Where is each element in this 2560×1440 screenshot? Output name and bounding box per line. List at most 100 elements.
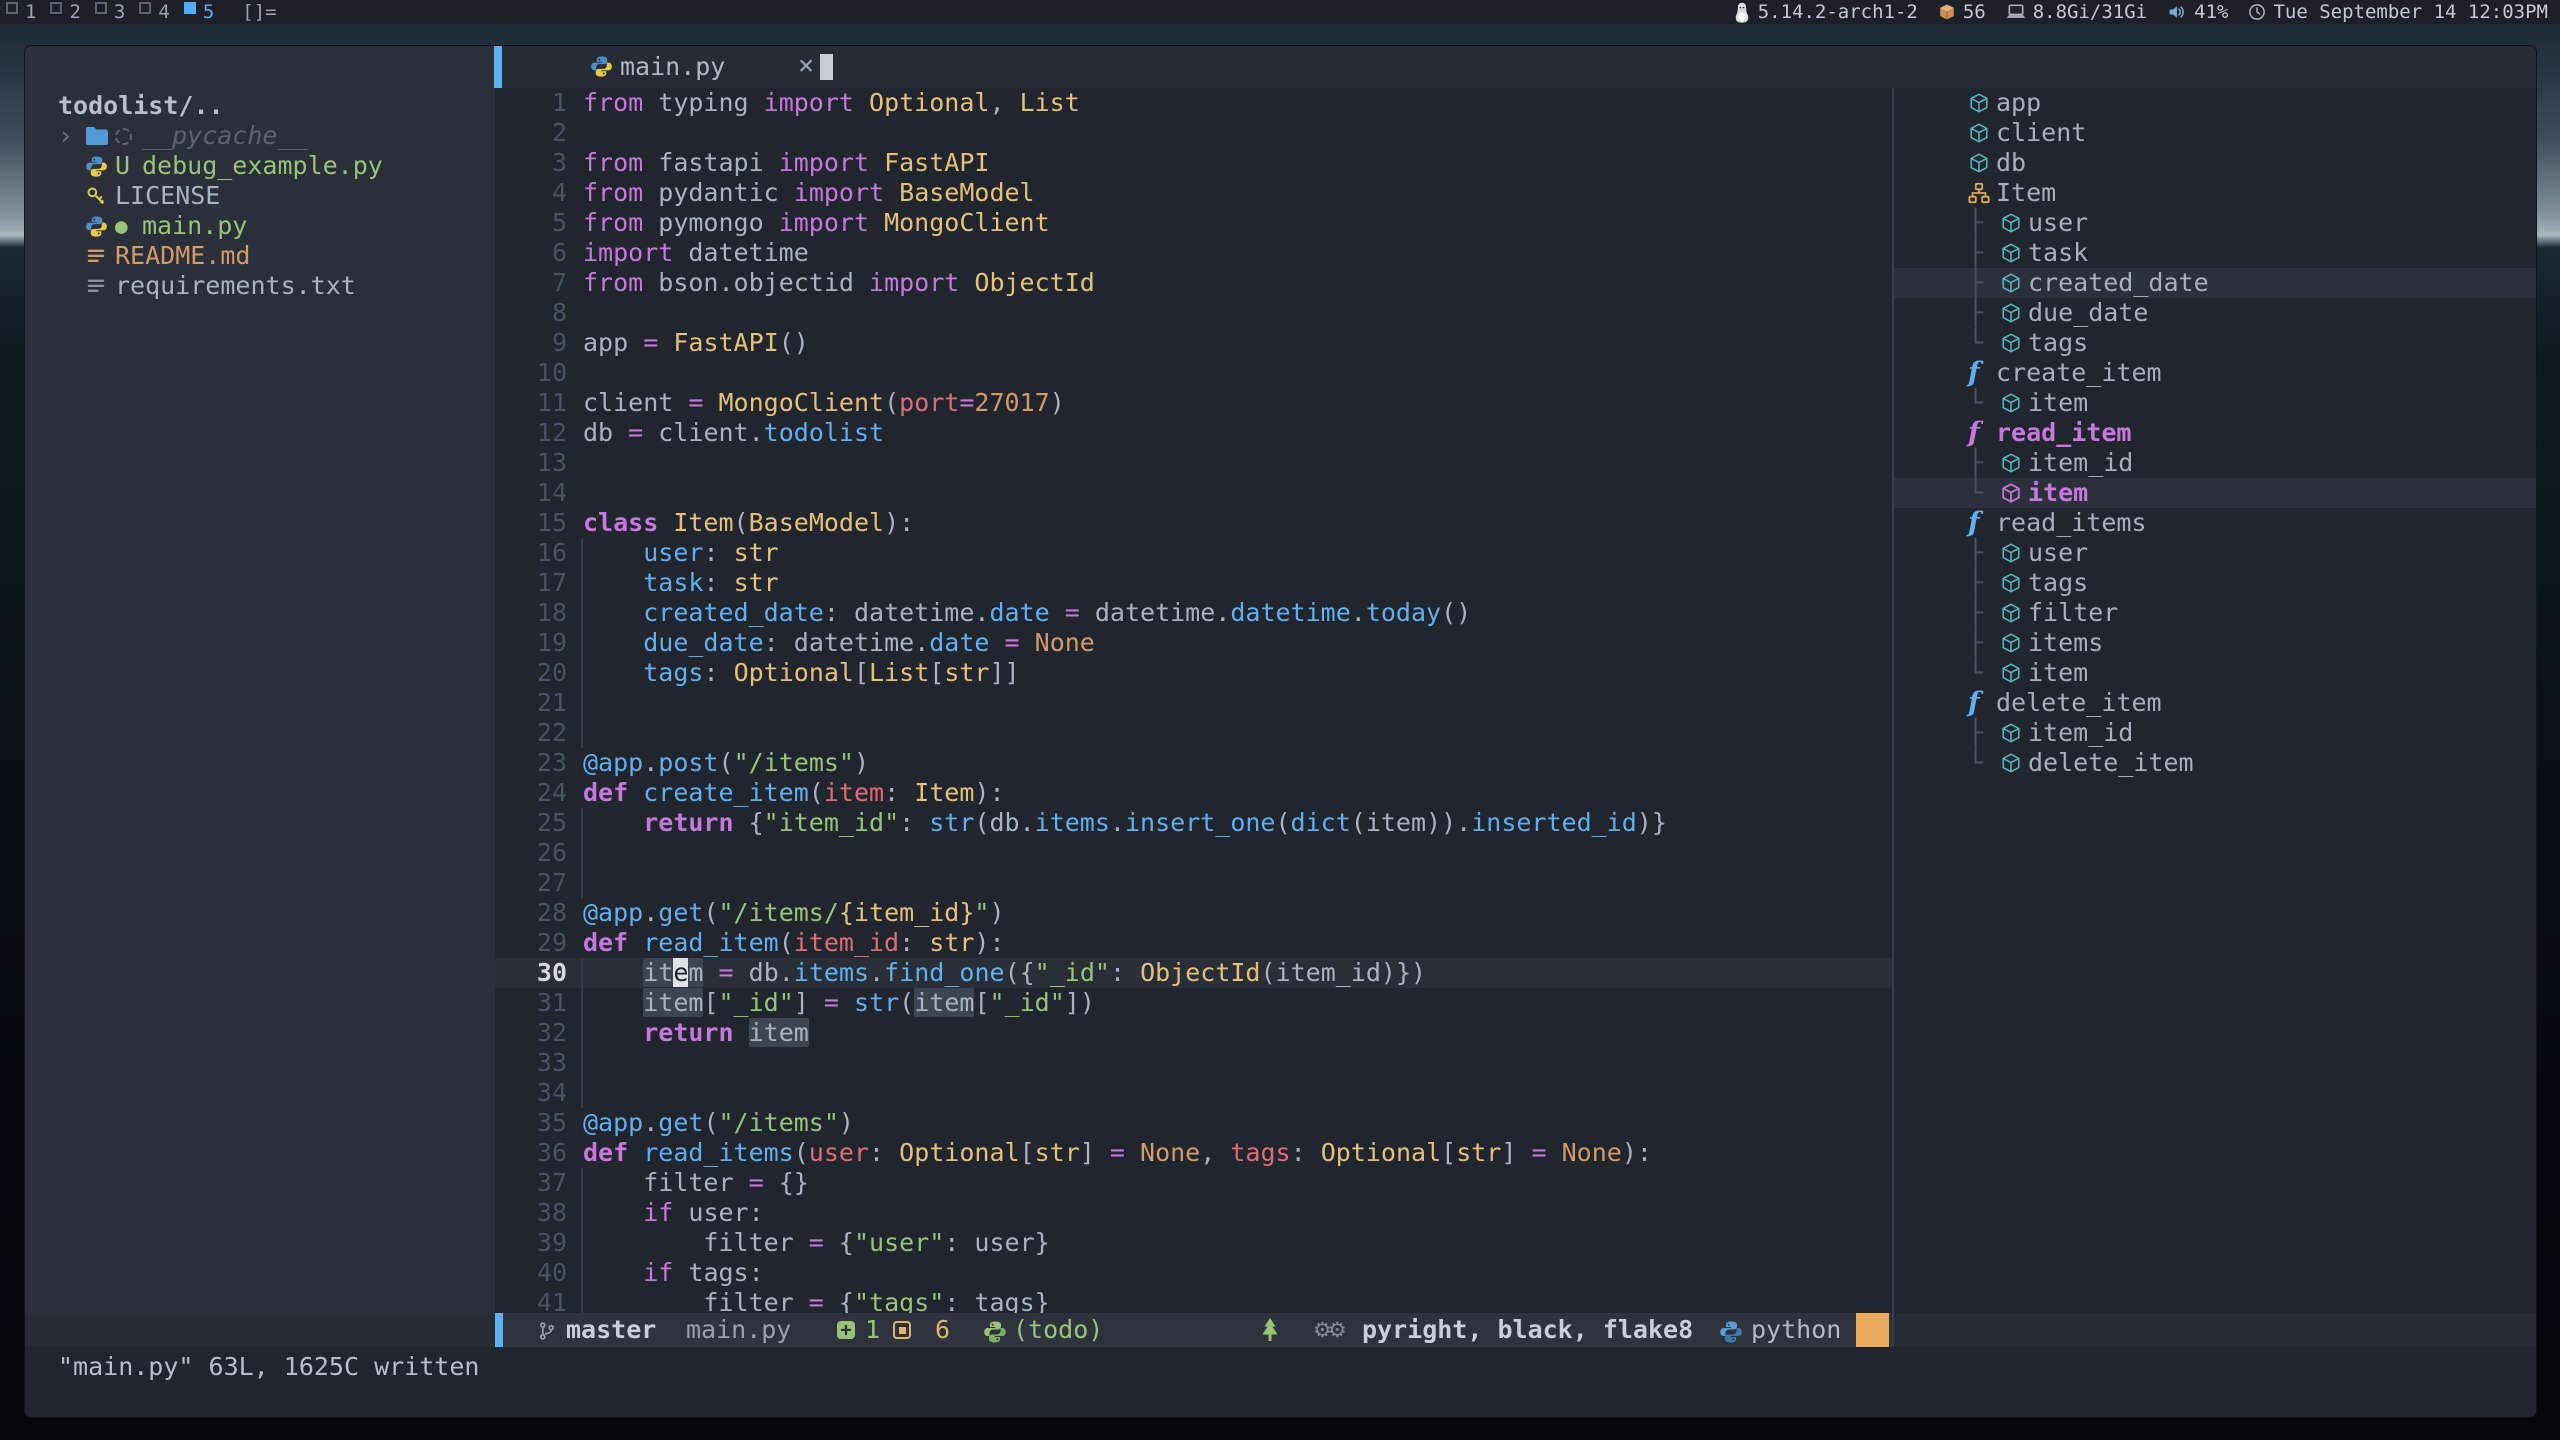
code-line-3[interactable]: 3from fastapi import FastAPI	[495, 148, 1892, 178]
symbol-user[interactable]: ├user	[1894, 538, 2536, 568]
workspace-button-3[interactable]: 3	[95, 0, 125, 24]
code-line-6[interactable]: 6import datetime	[495, 238, 1892, 268]
line-number: 11	[495, 388, 567, 418]
code-line-37[interactable]: 37 filter = {}	[495, 1168, 1892, 1198]
code-line-39[interactable]: 39 filter = {"user": user}	[495, 1228, 1892, 1258]
code-line-13[interactable]: 13	[495, 448, 1892, 478]
code-line-14[interactable]: 14	[495, 478, 1892, 508]
symbol-tags[interactable]: ├tags	[1894, 568, 2536, 598]
code-text: filter = {"user": user}	[583, 1228, 1050, 1258]
workspace-button-4[interactable]: 4	[139, 0, 169, 24]
code-line-12[interactable]: 12db = client.todolist	[495, 418, 1892, 448]
code-line-20[interactable]: 20 tags: Optional[List[str]]	[495, 658, 1892, 688]
chevron-spacer	[58, 271, 85, 301]
symbol-user[interactable]: ├user	[1894, 208, 2536, 238]
code-line-17[interactable]: 17 task: str	[495, 568, 1892, 598]
code-line-8[interactable]: 8	[495, 298, 1892, 328]
code-text: item["_id"] = str(item["_id"])	[583, 988, 1095, 1018]
symbol-db[interactable]: db	[1894, 148, 2536, 178]
variable-cube-icon	[2000, 718, 2028, 748]
symbol-item[interactable]: └item	[1894, 658, 2536, 688]
symbol-created_date[interactable]: ├created_date	[1894, 268, 2536, 298]
symbol-label: task	[2028, 238, 2088, 268]
code-line-10[interactable]: 10	[495, 358, 1892, 388]
code-line-36[interactable]: 36def read_items(user: Optional[str] = N…	[495, 1138, 1892, 1168]
code-line-2[interactable]: 2	[495, 118, 1892, 148]
code-line-21[interactable]: 21	[495, 688, 1892, 718]
workspace-button-5[interactable]: 5	[184, 0, 214, 24]
symbol-label: filter	[2028, 598, 2118, 628]
code-line-15[interactable]: 15class Item(BaseModel):	[495, 508, 1892, 538]
symbol-read_items[interactable]: fread_items	[1894, 508, 2536, 538]
code-line-1[interactable]: 1from typing import Optional, List	[495, 88, 1892, 118]
symbol-delete_item[interactable]: fdelete_item	[1894, 688, 2536, 718]
tree-item-readme-md[interactable]: README.md	[25, 241, 495, 271]
code-line-18[interactable]: 18 created_date: datetime.date = datetim…	[495, 598, 1892, 628]
line-number: 36	[495, 1138, 567, 1168]
tab-close-icon[interactable]: ×	[798, 46, 814, 86]
file-tree-root: todolist/..	[25, 91, 495, 121]
tree-connector: ├	[1968, 598, 2000, 628]
code-line-23[interactable]: 23@app.post("/items")	[495, 748, 1892, 778]
tree-item-main-py[interactable]: ●main.py	[25, 211, 495, 241]
code-line-33[interactable]: 33	[495, 1048, 1892, 1078]
tree-item--pycache-[interactable]: ›__pycache__	[25, 121, 495, 151]
workspace-button-1[interactable]: 1	[6, 0, 36, 24]
code-line-9[interactable]: 9app = FastAPI()	[495, 328, 1892, 358]
file-name: debug_example.py	[142, 151, 383, 181]
code-line-25[interactable]: 25 return {"item_id": str(db.items.inser…	[495, 808, 1892, 838]
code-text: app = FastAPI()	[583, 328, 809, 358]
code-editor[interactable]: 1from typing import Optional, List23from…	[495, 88, 1892, 1313]
symbol-item[interactable]: └item	[1894, 478, 2536, 508]
code-line-38[interactable]: 38 if user:	[495, 1198, 1892, 1228]
status-item: Tue September 14 12:03PM	[2248, 0, 2548, 24]
symbol-app[interactable]: app	[1894, 88, 2536, 118]
code-line-26[interactable]: 26	[495, 838, 1892, 868]
symbols-outline-panel: appclientdbItem├user├task├created_date├d…	[1894, 88, 2536, 1313]
code-line-7[interactable]: 7from bson.objectid import ObjectId	[495, 268, 1892, 298]
symbol-task[interactable]: ├task	[1894, 238, 2536, 268]
code-text: from pydantic import BaseModel	[583, 178, 1035, 208]
symbol-read_item[interactable]: fread_item	[1894, 418, 2536, 448]
line-number: 40	[495, 1258, 567, 1288]
code-line-5[interactable]: 5from pymongo import MongoClient	[495, 208, 1892, 238]
symbol-items[interactable]: ├items	[1894, 628, 2536, 658]
code-line-41[interactable]: 41 filter = {"tags": tags}	[495, 1288, 1892, 1313]
symbol-filter[interactable]: ├ filter	[1894, 598, 2536, 628]
code-line-30[interactable]: 30 item = db.items.find_one({"_id": Obje…	[495, 958, 1892, 988]
code-line-40[interactable]: 40 if tags:	[495, 1258, 1892, 1288]
code-line-22[interactable]: 22	[495, 718, 1892, 748]
symbol-label: Item	[1996, 178, 2056, 208]
symbol-item[interactable]: Item	[1894, 178, 2536, 208]
tree-item-debug-example-py[interactable]: Udebug_example.py	[25, 151, 495, 181]
code-line-16[interactable]: 16 user: str	[495, 538, 1892, 568]
line-number: 13	[495, 448, 567, 478]
code-line-29[interactable]: 29def read_item(item_id: str):	[495, 928, 1892, 958]
symbol-tags[interactable]: └tags	[1894, 328, 2536, 358]
symbol-delete_item[interactable]: └delete_item	[1894, 748, 2536, 778]
code-line-31[interactable]: 31 item["_id"] = str(item["_id"])	[495, 988, 1892, 1018]
code-line-28[interactable]: 28@app.get("/items/{item_id}")	[495, 898, 1892, 928]
code-line-11[interactable]: 11client = MongoClient(port=27017)	[495, 388, 1892, 418]
code-line-35[interactable]: 35@app.get("/items")	[495, 1108, 1892, 1138]
symbol-due_date[interactable]: ├due_date	[1894, 298, 2536, 328]
symbol-item[interactable]: └item	[1894, 388, 2536, 418]
code-line-32[interactable]: 32 return item	[495, 1018, 1892, 1048]
tree-item-requirements-txt[interactable]: requirements.txt	[25, 271, 495, 301]
symbol-item_id[interactable]: ├item_id	[1894, 718, 2536, 748]
workspace-button-2[interactable]: 2	[50, 0, 80, 24]
symbol-create_item[interactable]: fcreate_item	[1894, 358, 2536, 388]
code-line-4[interactable]: 4from pydantic import BaseModel	[495, 178, 1892, 208]
code-line-27[interactable]: 27	[495, 868, 1892, 898]
symbol-client[interactable]: client	[1894, 118, 2536, 148]
symbol-label: item	[2028, 388, 2088, 418]
code-line-24[interactable]: 24def create_item(item: Item):	[495, 778, 1892, 808]
memory-icon	[2006, 3, 2026, 21]
tree-statusline	[25, 1313, 495, 1347]
code-line-34[interactable]: 34	[495, 1078, 1892, 1108]
code-line-19[interactable]: 19 due_date: datetime.date = None	[495, 628, 1892, 658]
package-icon	[1938, 3, 1956, 21]
symbol-item_id[interactable]: ├item_id	[1894, 448, 2536, 478]
tree-item-license[interactable]: LICENSE	[25, 181, 495, 211]
tree-connector: ├	[1968, 718, 2000, 748]
